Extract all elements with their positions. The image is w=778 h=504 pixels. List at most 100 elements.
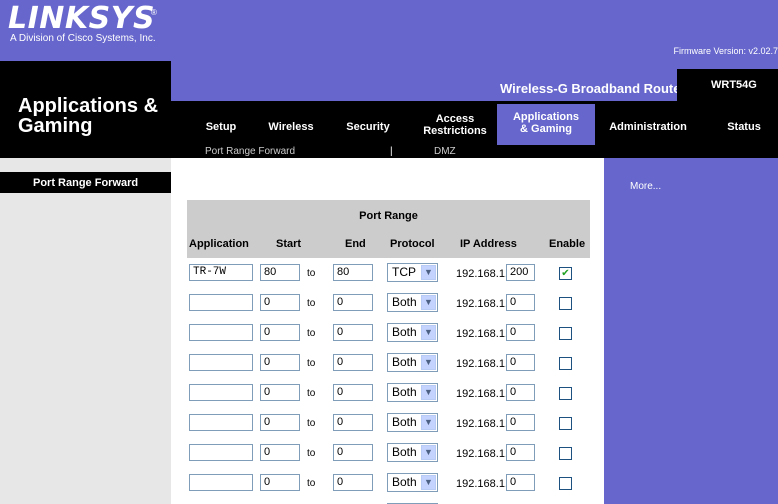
to-label: to xyxy=(307,328,316,339)
col-header-enable: Enable xyxy=(549,238,586,250)
enable-checkbox[interactable] xyxy=(559,417,572,430)
application-name-input[interactable] xyxy=(189,414,253,431)
to-label: to xyxy=(307,268,316,279)
protocol-select[interactable]: Both ▼ xyxy=(387,353,438,372)
protocol-select[interactable]: Both ▼ xyxy=(387,383,438,402)
table-row: 0to0Both▼192.168.1.0 xyxy=(187,323,590,345)
ip-last-octet-input[interactable]: 0 xyxy=(506,324,535,341)
ip-prefix-label: 192.168.1. xyxy=(456,358,508,370)
end-port-input[interactable]: 0 xyxy=(333,294,373,311)
chevron-down-icon[interactable]: ▼ xyxy=(421,325,436,340)
enable-checkbox[interactable] xyxy=(559,297,572,310)
enable-checkbox[interactable] xyxy=(559,387,572,400)
subtab-dmz[interactable]: DMZ xyxy=(434,146,456,157)
enable-checkbox[interactable] xyxy=(559,447,572,460)
tab-setup[interactable]: Setup xyxy=(196,121,246,133)
ip-last-octet-input[interactable]: 0 xyxy=(506,444,535,461)
start-port-input[interactable]: 0 xyxy=(260,444,300,461)
end-port-input[interactable]: 0 xyxy=(333,474,373,491)
ip-last-octet-input[interactable]: 0 xyxy=(506,294,535,311)
end-port-input[interactable]: 0 xyxy=(333,354,373,371)
help-panel xyxy=(604,158,778,504)
to-label: to xyxy=(307,298,316,309)
col-header-protocol: Protocol xyxy=(390,238,435,250)
linksys-logo: LINKSYS xyxy=(8,1,156,36)
start-port-input[interactable]: 0 xyxy=(260,324,300,341)
protocol-value: Both xyxy=(392,445,417,459)
tab-applications-gaming[interactable]: Applications & Gaming xyxy=(508,111,584,135)
ip-prefix-label: 192.168.1. xyxy=(456,418,508,430)
tab-wireless[interactable]: Wireless xyxy=(262,121,320,133)
protocol-select[interactable]: Both ▼ xyxy=(387,413,438,432)
protocol-select[interactable]: Both ▼ xyxy=(387,443,438,462)
protocol-value: Both xyxy=(392,415,417,429)
application-name-input[interactable] xyxy=(189,294,253,311)
table-row: 0to0Both▼192.168.1.0 xyxy=(187,383,590,405)
application-name-input[interactable] xyxy=(189,354,253,371)
start-port-input[interactable]: 80 xyxy=(260,264,300,281)
enable-checkbox[interactable]: ✔ xyxy=(559,267,572,280)
enable-checkbox[interactable] xyxy=(559,357,572,370)
application-name-input[interactable] xyxy=(189,444,253,461)
tab-administration[interactable]: Administration xyxy=(604,121,692,133)
end-port-input[interactable]: 0 xyxy=(333,414,373,431)
ip-prefix-label: 192.168.1. xyxy=(456,478,508,490)
protocol-select[interactable]: Both ▼ xyxy=(387,323,438,342)
tab-status[interactable]: Status xyxy=(720,121,768,133)
col-header-start: Start xyxy=(276,238,302,250)
protocol-value: Both xyxy=(392,295,417,309)
end-port-input[interactable]: 80 xyxy=(333,264,373,281)
table-row: 0to0Both▼192.168.1.0 xyxy=(187,413,590,435)
left-panel xyxy=(0,158,171,504)
subtab-port-range-forward[interactable]: Port Range Forward xyxy=(205,146,295,157)
page-title: Applications & Gaming xyxy=(18,95,159,137)
protocol-select[interactable]: TCP ▼ xyxy=(387,263,438,282)
ip-last-octet-input[interactable]: 200 xyxy=(506,264,535,281)
to-label: to xyxy=(307,418,316,429)
ip-last-octet-input[interactable]: 0 xyxy=(506,414,535,431)
registered-mark: ® xyxy=(151,8,157,17)
ip-last-octet-input[interactable]: 0 xyxy=(506,354,535,371)
start-port-input[interactable]: 0 xyxy=(260,294,300,311)
more-link[interactable]: More... xyxy=(630,181,661,192)
enable-checkbox[interactable] xyxy=(559,477,572,490)
table-row: TR-7W 80 to 80 TCP ▼ 192.168.1. 200 ✔ xyxy=(187,263,590,285)
protocol-value: TCP xyxy=(392,265,416,279)
ip-prefix-label: 192.168.1. xyxy=(456,388,508,400)
chevron-down-icon[interactable]: ▼ xyxy=(421,265,436,280)
ip-prefix-label: 192.168.1. xyxy=(456,328,508,340)
enable-checkbox[interactable] xyxy=(559,327,572,340)
protocol-value: Both xyxy=(392,385,417,399)
table-row: 0to0Both▼192.168.1.0 xyxy=(187,293,590,315)
ip-last-octet-input[interactable]: 0 xyxy=(506,384,535,401)
port-range-heading: Port Range xyxy=(359,210,418,222)
tab-security[interactable]: Security xyxy=(340,121,396,133)
end-port-input[interactable]: 0 xyxy=(333,384,373,401)
protocol-select[interactable]: Both ▼ xyxy=(387,473,438,492)
start-port-input[interactable]: 0 xyxy=(260,384,300,401)
chevron-down-icon[interactable]: ▼ xyxy=(421,475,436,490)
application-name-input[interactable]: TR-7W xyxy=(189,264,253,281)
protocol-select[interactable]: Both ▼ xyxy=(387,293,438,312)
start-port-input[interactable]: 0 xyxy=(260,414,300,431)
chevron-down-icon[interactable]: ▼ xyxy=(421,445,436,460)
tab-access-restrictions[interactable]: Access Restrictions xyxy=(415,113,495,137)
ip-last-octet-input[interactable]: 0 xyxy=(506,474,535,491)
chevron-down-icon[interactable]: ▼ xyxy=(421,415,436,430)
model-name: WRT54G xyxy=(711,79,757,91)
start-port-input[interactable]: 0 xyxy=(260,354,300,371)
start-port-input[interactable]: 0 xyxy=(260,474,300,491)
application-name-input[interactable] xyxy=(189,384,253,401)
end-port-input[interactable]: 0 xyxy=(333,324,373,341)
chevron-down-icon[interactable]: ▼ xyxy=(421,295,436,310)
application-name-input[interactable] xyxy=(189,324,253,341)
table-row: 0to0Both▼192.168.1.0 xyxy=(187,353,590,375)
chevron-down-icon[interactable]: ▼ xyxy=(421,385,436,400)
application-name-input[interactable] xyxy=(189,474,253,491)
to-label: to xyxy=(307,448,316,459)
firmware-version: Firmware Version: v2.02.7 xyxy=(673,46,778,56)
to-label: to xyxy=(307,388,316,399)
end-port-input[interactable]: 0 xyxy=(333,444,373,461)
col-header-end: End xyxy=(345,238,366,250)
chevron-down-icon[interactable]: ▼ xyxy=(421,355,436,370)
